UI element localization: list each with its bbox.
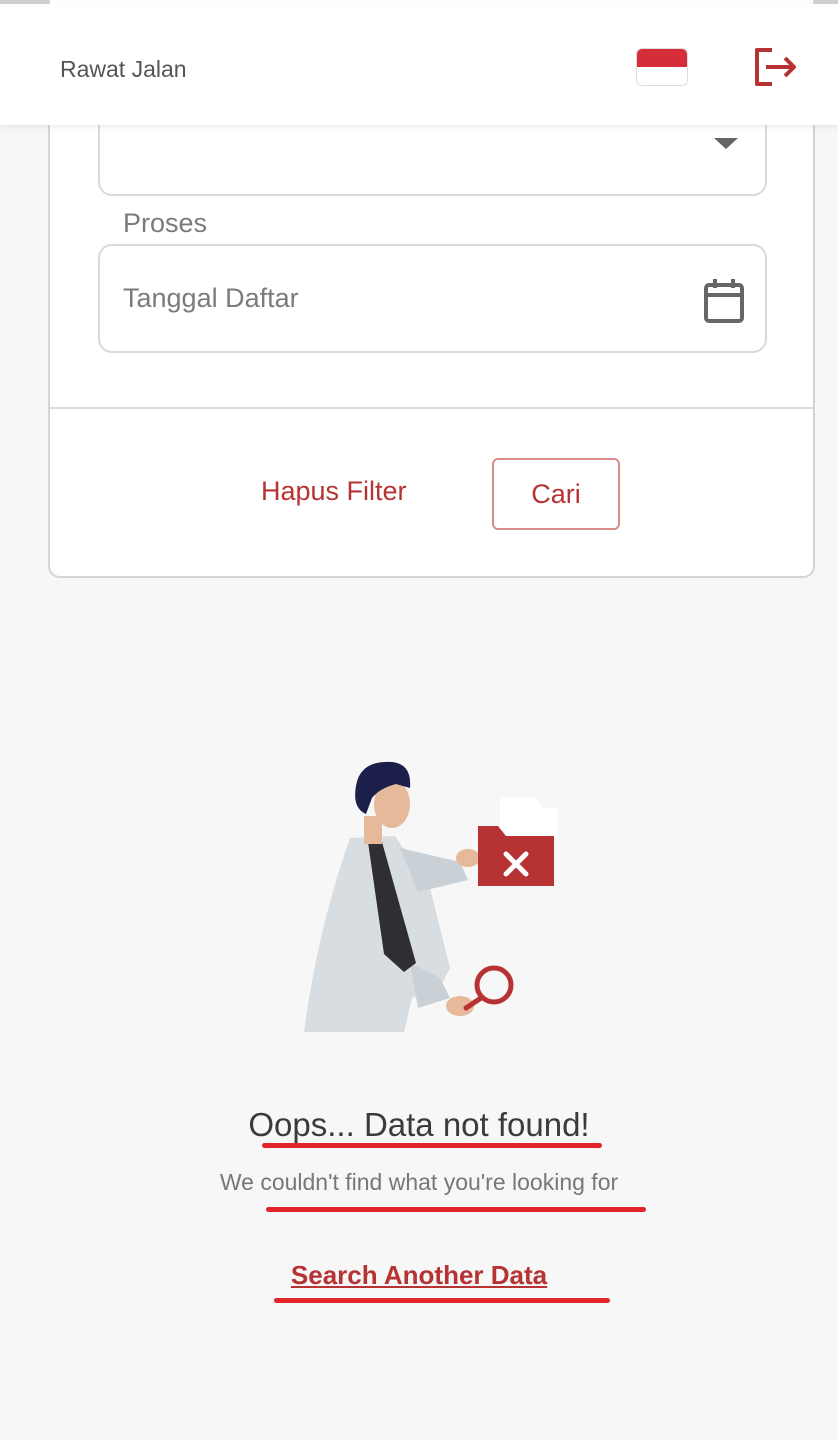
search-another-data-link[interactable]: Search Another Data (0, 1260, 838, 1291)
data-not-found-illustration (304, 761, 558, 1032)
chevron-down-icon (714, 138, 738, 149)
search-button[interactable]: Cari (492, 458, 620, 530)
clear-filter-button[interactable]: Hapus Filter (261, 476, 407, 507)
registration-date-placeholder: Tanggal Daftar (123, 283, 299, 313)
calendar-icon[interactable] (703, 278, 745, 324)
status-select-value: Proses (123, 208, 208, 238)
indonesia-flag-icon[interactable] (636, 48, 688, 86)
logout-icon[interactable] (752, 46, 798, 88)
empty-state-title: Oops... Data not found! (248, 1106, 590, 1143)
annotation-underline-title (262, 1143, 602, 1148)
empty-state-subtitle: We couldn't find what you're looking for (219, 1169, 619, 1195)
annotation-underline-subtitle (266, 1207, 646, 1212)
app-header: Rawat Jalan (0, 4, 838, 125)
registration-date-field[interactable]: Tanggal Daftar (98, 244, 767, 353)
page-title: Rawat Jalan (60, 56, 187, 82)
annotation-underline-link (274, 1298, 610, 1303)
filter-divider (50, 407, 813, 409)
